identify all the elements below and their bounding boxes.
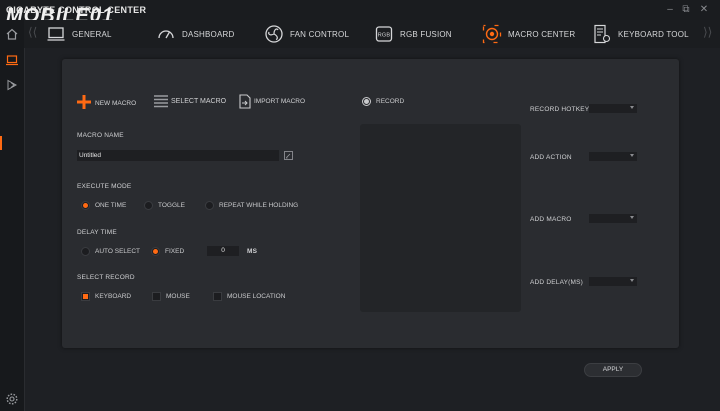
tab-macro-center[interactable]: MACRO CENTER	[482, 20, 575, 48]
radio-icon	[144, 201, 153, 210]
close-button[interactable]: ✕	[698, 4, 710, 16]
add-delay-dropdown[interactable]	[589, 277, 637, 286]
select-macro-button[interactable]: SELECT MACRO	[154, 94, 226, 108]
delay-time-label: DELAY TIME	[77, 229, 117, 236]
option-label: MOUSE LOCATION	[227, 293, 286, 300]
fan-icon	[265, 25, 283, 43]
svg-text:RGB: RGB	[378, 33, 391, 39]
add-action-label: ADD ACTION	[530, 154, 572, 161]
option-label: FIXED	[165, 248, 185, 255]
radio-icon	[81, 247, 90, 256]
settings-gear-icon[interactable]	[5, 392, 19, 406]
chevron-down-icon	[630, 154, 634, 157]
tab-fan-control[interactable]: FAN CONTROL	[264, 20, 349, 48]
record-hotkey-label: RECORD HOTKEY	[530, 106, 590, 113]
nav-scroll-right-icon[interactable]: ⟩⟩	[703, 25, 712, 39]
restore-button[interactable]: ⧉	[680, 4, 692, 16]
import-macro-label: IMPORT MACRO	[254, 98, 306, 105]
monitor-icon	[47, 27, 65, 41]
delay-unit-label: MS	[247, 248, 258, 255]
minimize-button[interactable]: –	[664, 4, 676, 16]
play-arrow-icon[interactable]	[5, 78, 19, 92]
radio-icon	[81, 201, 90, 210]
tab-keyboard-tool-label: KEYBOARD TOOL	[618, 29, 689, 39]
list-icon	[154, 95, 168, 108]
option-label: ONE TIME	[95, 202, 127, 209]
add-delay-label: ADD DELAY(MS)	[530, 279, 584, 286]
record-icon	[362, 97, 371, 106]
execute-mode-label: EXECUTE MODE	[77, 183, 132, 190]
gauge-icon	[158, 30, 174, 39]
import-macro-button[interactable]: IMPORT MACRO	[239, 94, 305, 109]
select-record-label: SELECT RECORD	[77, 274, 135, 281]
tab-rgb-fusion[interactable]: RGB RGB FUSION	[374, 20, 452, 48]
tab-dashboard[interactable]: DASHBOARD	[156, 20, 234, 48]
chevron-down-icon	[630, 106, 634, 109]
macro-name-label: MACRO NAME	[77, 132, 124, 139]
checkbox-icon	[81, 292, 90, 301]
home-icon[interactable]	[5, 27, 19, 41]
new-macro-label: NEW MACRO	[95, 100, 137, 107]
chevron-down-icon	[630, 216, 634, 219]
record-list-area[interactable]	[360, 124, 521, 312]
option-label: AUTO SELECT	[95, 248, 141, 255]
import-file-icon	[239, 94, 251, 109]
rgb-icon: RGB	[375, 26, 393, 42]
select-macro-label: SELECT MACRO	[171, 97, 227, 105]
checkbox-icon	[213, 292, 222, 301]
option-label: MOUSE	[166, 293, 190, 300]
tab-macro-center-label: MACRO CENTER	[508, 29, 576, 39]
record-mouse-location-checkbox[interactable]: MOUSE LOCATION	[213, 292, 285, 301]
radio-icon	[151, 247, 160, 256]
plus-icon	[77, 95, 91, 109]
add-action-dropdown[interactable]	[589, 152, 637, 161]
target-icon	[482, 24, 502, 44]
option-label: KEYBOARD	[95, 293, 132, 300]
laptop-icon[interactable]	[5, 53, 19, 67]
radio-icon	[205, 201, 214, 210]
delay-fixed[interactable]: FIXED	[151, 247, 184, 256]
add-macro-dropdown[interactable]	[589, 214, 637, 223]
rail-active-indicator	[0, 136, 2, 150]
tab-dashboard-label: DASHBOARD	[182, 29, 235, 39]
option-label: REPEAT WHILE HOLDING	[219, 202, 299, 209]
checkbox-icon	[152, 292, 161, 301]
record-mouse-checkbox[interactable]: MOUSE	[152, 292, 190, 301]
record-label: RECORD	[376, 98, 405, 105]
nav-scroll-left-icon[interactable]: ⟨⟨	[28, 25, 37, 39]
tab-fan-control-label: FAN CONTROL	[290, 29, 350, 39]
execute-mode-repeat-while-holding[interactable]: REPEAT WHILE HOLDING	[205, 201, 298, 210]
tab-keyboard-tool[interactable]: KEYBOARD TOOL	[592, 20, 689, 48]
tab-rgb-fusion-label: RGB FUSION	[400, 29, 452, 39]
chevron-down-icon	[630, 279, 634, 282]
delay-ms-input[interactable]: 0	[207, 246, 239, 256]
keyboard-gear-icon	[594, 24, 611, 44]
record-button[interactable]: RECORD	[362, 97, 404, 106]
apply-button[interactable]: APPLY	[584, 363, 642, 377]
execute-mode-toggle[interactable]: TOGGLE	[144, 201, 185, 210]
edit-name-icon[interactable]	[284, 151, 293, 160]
execute-mode-one-time[interactable]: ONE TIME	[81, 201, 126, 210]
new-macro-button[interactable]: NEW MACRO	[76, 94, 136, 110]
tab-general[interactable]: GENERAL	[46, 20, 112, 48]
tab-general-label: GENERAL	[72, 29, 112, 39]
record-hotkey-dropdown[interactable]	[589, 104, 637, 113]
macro-name-input[interactable]	[77, 150, 279, 161]
record-keyboard-checkbox[interactable]: KEYBOARD	[81, 292, 131, 301]
option-label: TOGGLE	[158, 202, 185, 209]
delay-auto-select[interactable]: AUTO SELECT	[81, 247, 140, 256]
add-macro-label: ADD MACRO	[530, 216, 572, 223]
